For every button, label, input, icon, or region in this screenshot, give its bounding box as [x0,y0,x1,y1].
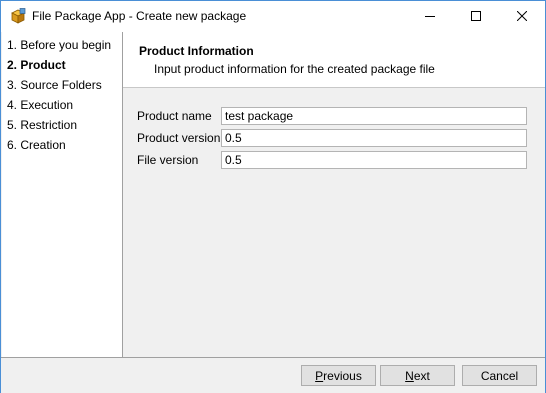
close-icon [517,11,527,21]
product-version-field[interactable] [221,129,527,147]
package-icon [10,8,26,24]
product-form: Product name Product version File versio… [123,88,545,357]
product-name-field[interactable] [221,107,527,125]
previous-label: revious [323,368,362,383]
previous-button[interactable]: Previous [301,365,376,386]
app-window: File Package App - Create new package 1.… [0,0,546,393]
title-bar[interactable]: File Package App - Create new package [1,1,545,32]
button-bar: Previous Next Cancel [1,357,545,393]
step-product[interactable]: 2. Product [7,58,66,72]
next-label: ext [413,368,430,383]
wizard-steps: 1. Before you begin 2. Product 3. Source… [2,32,123,357]
step-creation[interactable]: 6. Creation [7,138,66,152]
product-name-label: Product name [137,109,212,123]
file-version-field[interactable] [221,151,527,169]
cancel-button[interactable]: Cancel [462,365,537,386]
close-button[interactable] [499,1,545,31]
step-before-you-begin[interactable]: 1. Before you begin [7,38,111,52]
page-title: Product Information [139,44,254,58]
file-version-label: File version [137,153,199,167]
maximize-button[interactable] [453,1,499,31]
step-source-folders[interactable]: 3. Source Folders [7,78,102,92]
page-header: Product Information Input product inform… [123,32,545,88]
step-restriction[interactable]: 5. Restriction [7,118,77,132]
next-accel: N [405,368,414,383]
minimize-button[interactable] [407,1,453,31]
previous-accel: P [315,368,324,383]
step-execution[interactable]: 4. Execution [7,98,73,112]
next-button[interactable]: Next [380,365,455,386]
window-title: File Package App - Create new package [32,9,247,23]
minimize-icon [425,16,435,17]
product-version-label: Product version [137,131,221,145]
page-subtitle: Input product information for the create… [154,62,435,76]
maximize-icon [471,11,481,21]
